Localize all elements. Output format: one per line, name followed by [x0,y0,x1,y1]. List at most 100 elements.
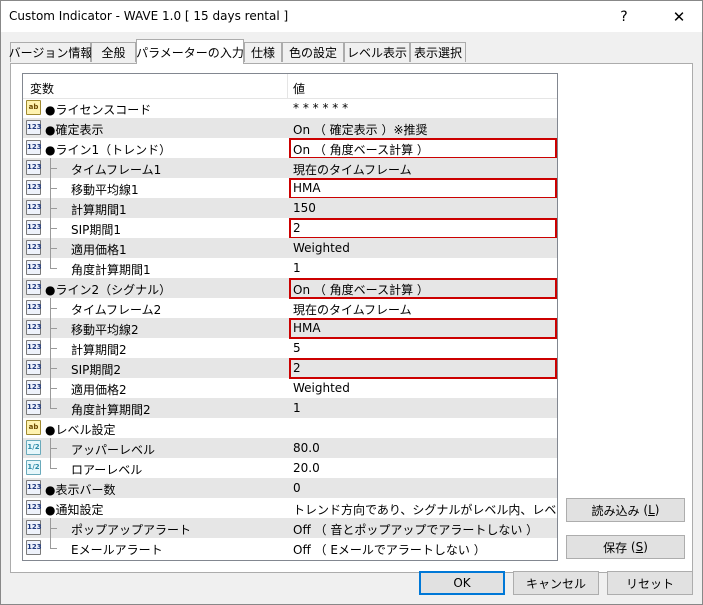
close-button[interactable]: ✕ [656,1,702,32]
tree-branch-connector [50,218,58,238]
load-button[interactable]: 読み込み (L) [566,498,685,522]
param-row-timeframe2[interactable]: 123 タイムフレーム2 現在のタイムフレーム [23,298,557,318]
tree-branch-connector [50,338,58,358]
param-row-timeframe1[interactable]: 123 タイムフレーム1 現在のタイムフレーム [23,158,557,178]
tab-specification[interactable]: 仕様 [244,42,282,62]
param-value[interactable]: On （ 角度ベース計算 ） [293,281,429,298]
param-value[interactable]: 現在のタイムフレーム [293,301,412,318]
param-row-popup-alert[interactable]: 123 ポップアップアラート Off （ 音とポップアップでアラートしない ） [23,518,557,538]
column-header-variable[interactable]: 変数 [30,80,54,97]
param-value[interactable]: HMA [293,181,321,195]
tree-branch-connector [50,358,58,378]
param-name: SIP期間2 [71,363,122,377]
tab-version-info[interactable]: バージョン情報 [9,42,92,62]
list-header: 変数 値 [23,74,557,99]
tree-branch-connector [50,318,58,338]
integer-type-icon: 123 [26,500,42,515]
double-type-icon: 1/2 [26,440,41,455]
tree-branch-connector [50,198,58,218]
double-type-icon: 1/2 [26,460,41,475]
param-value[interactable]: * * * * * * [293,101,348,115]
param-value[interactable]: 5 [293,341,301,355]
param-name: 計算期間1 [71,203,127,217]
param-row-notify[interactable]: 123 ●通知設定 トレンド方向であり、シグナルがレベル内、レベル外に･.. [23,498,557,518]
param-value[interactable]: 20.0 [293,461,320,475]
param-row-confirm-display[interactable]: 123 ●確定表示 On （ 確定表示 ）※推奨 [23,118,557,138]
tab-colors[interactable]: 色の設定 [282,42,344,62]
param-row-ma2[interactable]: 123 移動平均線2 HMA [23,318,557,339]
param-row-sip1[interactable]: 123 SIP期間1 2 [23,218,557,239]
param-value[interactable]: HMA [293,321,321,335]
param-value[interactable]: Weighted [293,241,350,255]
tree-branch-connector [50,238,58,258]
help-button[interactable]: ? [601,1,647,32]
param-row-period2[interactable]: 123 計算期間2 5 [23,338,557,358]
integer-type-icon: 123 [26,280,42,295]
string-type-icon: ab [26,420,41,435]
highlight-box [289,318,557,339]
tree-end-connector [50,458,58,478]
param-row-sip2[interactable]: 123 SIP期間2 2 [23,358,557,379]
param-name: ●通知設定 [45,503,104,517]
param-value[interactable]: 150 [293,201,316,215]
param-value[interactable]: On （ 確定表示 ）※推奨 [293,121,428,138]
param-row-level-settings[interactable]: ab ●レベル設定 [23,418,557,438]
integer-type-icon: 123 [26,160,42,175]
cancel-button[interactable]: キャンセル [513,571,599,595]
param-name: ロアーレベル [71,463,143,477]
param-name: 角度計算期間1 [71,263,151,277]
param-row-angle2[interactable]: 123 角度計算期間2 1 [23,398,557,418]
param-name: ●確定表示 [45,123,104,137]
param-value[interactable]: Off （ 音とポップアップでアラートしない ） [293,521,538,538]
param-row-ma1[interactable]: 123 移動平均線1 HMA [23,178,557,199]
param-row-line2[interactable]: 123 ●ライン2（シグナル） On （ 角度ベース計算 ） [23,278,557,299]
param-row-bars[interactable]: 123 ●表示バー数 0 [23,478,557,498]
param-value[interactable]: 2 [293,361,301,375]
param-value[interactable]: 現在のタイムフレーム [293,161,412,178]
save-button[interactable]: 保存 (S) [566,535,685,559]
parameter-rows: ab ●ライセンスコード * * * * * * 123 ●確定表示 On （ … [23,98,557,558]
highlight-box [289,178,557,199]
tab-levels[interactable]: レベル表示 [344,42,410,62]
parameter-list[interactable]: 変数 値 ab ●ライセンスコード * * * * * * 123 ●確定表示 … [22,73,558,561]
column-divider[interactable] [287,74,288,98]
param-name: ●レベル設定 [45,423,116,437]
param-name: ポップアップアラート [71,523,192,537]
param-value[interactable]: 1 [293,261,301,275]
param-row-angle1[interactable]: 123 角度計算期間1 1 [23,258,557,278]
param-row-email-alert[interactable]: 123 Eメールアラート Off （ Eメールでアラートしない ） [23,538,557,558]
param-row-license-code[interactable]: ab ●ライセンスコード * * * * * * [23,98,557,118]
tree-end-connector [50,538,58,558]
param-row-upper-level[interactable]: 1/2 アッパーレベル 80.0 [23,438,557,458]
ok-button[interactable]: OK [419,571,505,595]
tab-display-select[interactable]: 表示選択 [410,42,466,62]
param-row-line1[interactable]: 123 ●ライン1（トレンド） On （ 角度ベース計算 ） [23,138,557,159]
param-name: 計算期間2 [71,343,127,357]
param-name: 適用価格2 [71,383,127,397]
integer-type-icon: 123 [26,120,42,135]
tab-parameters[interactable]: パラメーターの入力 [136,39,244,64]
param-value[interactable]: 1 [293,401,301,415]
param-name: Eメールアラート [71,543,163,557]
integer-type-icon: 123 [26,240,42,255]
param-value[interactable]: On （ 角度ベース計算 ） [293,141,429,158]
param-row-price1[interactable]: 123 適用価格1 Weighted [23,238,557,258]
param-value[interactable]: トレンド方向であり、シグナルがレベル内、レベル外に･.. [293,501,557,518]
reset-button[interactable]: リセット [607,571,693,595]
param-value[interactable]: 80.0 [293,441,320,455]
param-value[interactable]: Weighted [293,381,350,395]
param-value[interactable]: Off （ Eメールでアラートしない ） [293,541,486,558]
indicator-dialog: Custom Indicator - WAVE 1.0 [ 15 days re… [0,0,703,605]
param-row-lower-level[interactable]: 1/2 ロアーレベル 20.0 [23,458,557,478]
param-row-period1[interactable]: 123 計算期間1 150 [23,198,557,218]
highlight-box [289,218,557,239]
tab-general[interactable]: 全般 [91,42,136,62]
param-row-price2[interactable]: 123 適用価格2 Weighted [23,378,557,398]
param-name: ●ライン2（シグナル） [45,283,172,297]
param-value[interactable]: 0 [293,481,301,495]
tree-branch-connector [50,158,58,178]
save-button-label: 保存 [603,540,628,555]
column-header-value[interactable]: 値 [293,80,305,97]
integer-type-icon: 123 [26,140,42,155]
param-value[interactable]: 2 [293,221,301,235]
